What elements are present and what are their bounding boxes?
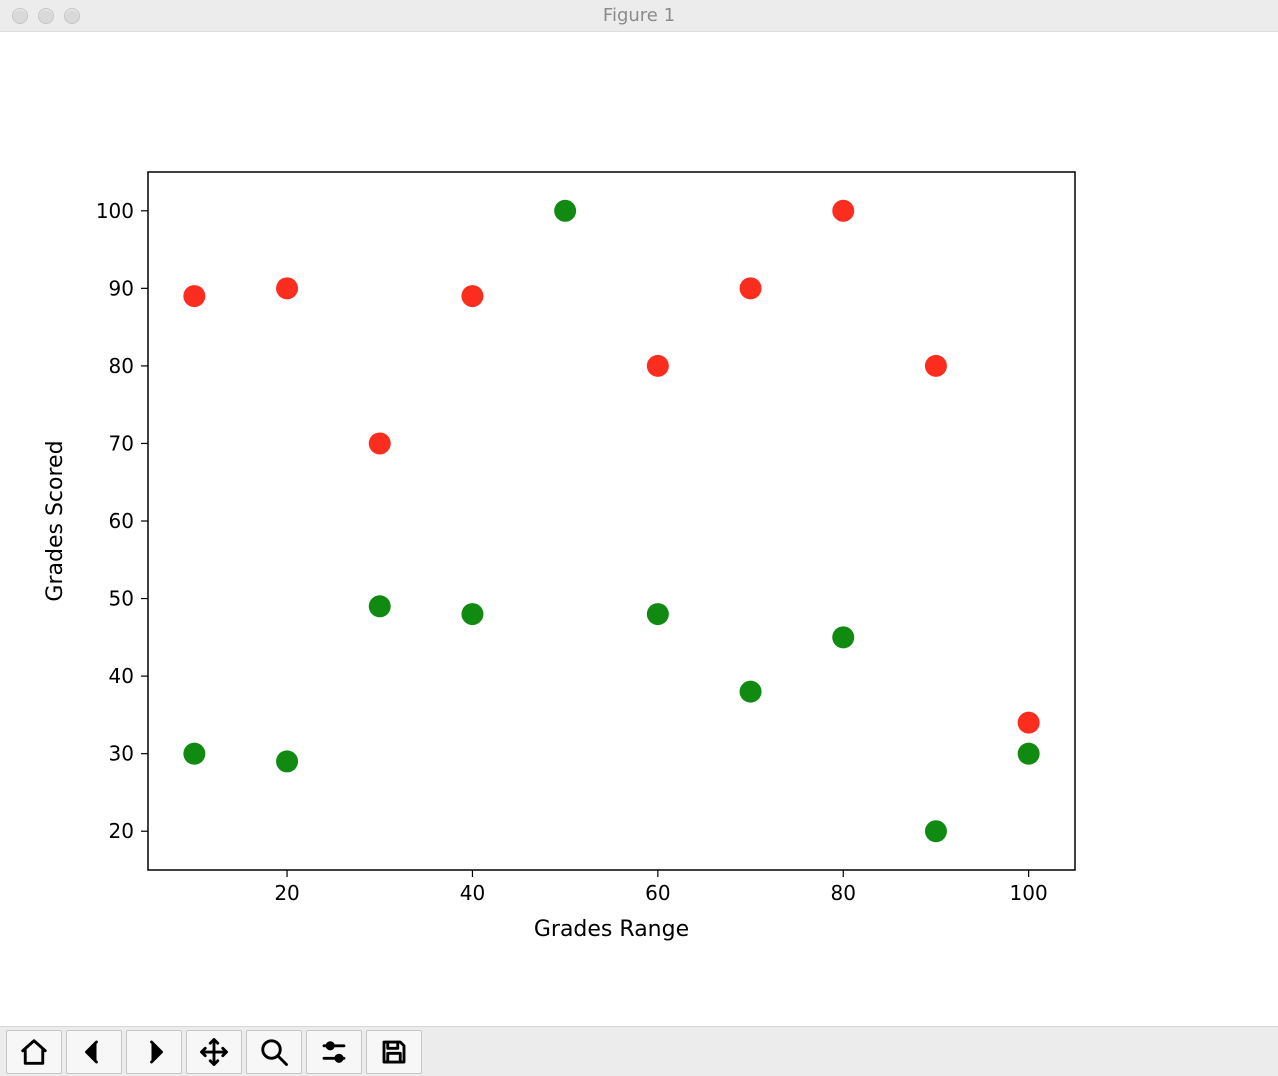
- back-button[interactable]: [66, 1030, 122, 1074]
- scatter-point: [647, 355, 669, 377]
- home-button[interactable]: [6, 1030, 62, 1074]
- scatter-point: [647, 603, 669, 625]
- window-zoom-button[interactable]: [64, 8, 80, 24]
- scatter-point: [832, 200, 854, 222]
- scatter-point: [740, 278, 762, 300]
- scatter-point: [276, 751, 298, 773]
- scatter-point: [1018, 712, 1040, 734]
- svg-text:90: 90: [109, 277, 134, 301]
- arrow-left-icon: [79, 1037, 109, 1067]
- scatter-point: [740, 681, 762, 703]
- scatter-point: [183, 285, 205, 307]
- scatter-point: [461, 603, 483, 625]
- svg-text:70: 70: [109, 432, 134, 456]
- window-close-button[interactable]: [12, 8, 28, 24]
- svg-text:40: 40: [460, 881, 485, 905]
- scatter-point: [832, 627, 854, 649]
- svg-text:60: 60: [109, 509, 134, 533]
- scatter-point: [369, 433, 391, 455]
- scatter-point: [1018, 743, 1040, 765]
- svg-text:100: 100: [96, 199, 134, 223]
- scatter-point: [925, 355, 947, 377]
- plot-canvas[interactable]: 20 40 60 80 100 20 30 40 50 60 70 80 90 100 Grades Ra…: [0, 32, 1278, 1026]
- zoom-icon: [259, 1037, 289, 1067]
- y-axis-label: Grades Scored: [43, 441, 68, 602]
- sliders-icon: [319, 1037, 349, 1067]
- x-axis-label: Grades Range: [534, 917, 689, 942]
- svg-text:20: 20: [274, 881, 299, 905]
- svg-text:30: 30: [109, 742, 134, 766]
- scatter-point: [183, 743, 205, 765]
- zoom-button[interactable]: [246, 1030, 302, 1074]
- window-minimize-button[interactable]: [38, 8, 54, 24]
- move-icon: [199, 1037, 229, 1067]
- scatter-point: [276, 278, 298, 300]
- pan-button[interactable]: [186, 1030, 242, 1074]
- svg-text:100: 100: [1010, 881, 1048, 905]
- svg-text:80: 80: [831, 881, 856, 905]
- svg-text:40: 40: [109, 664, 134, 688]
- arrow-right-icon: [139, 1037, 169, 1067]
- svg-text:80: 80: [109, 354, 134, 378]
- configure-button[interactable]: [306, 1030, 362, 1074]
- save-icon: [379, 1037, 409, 1067]
- matplotlib-toolbar: [0, 1026, 1278, 1076]
- window-titlebar: Figure 1: [0, 0, 1278, 32]
- forward-button[interactable]: [126, 1030, 182, 1074]
- scatter-point: [369, 596, 391, 618]
- scatter-point: [925, 820, 947, 842]
- save-button[interactable]: [366, 1030, 422, 1074]
- window-title: Figure 1: [0, 5, 1278, 26]
- svg-text:60: 60: [645, 881, 670, 905]
- svg-text:20: 20: [109, 819, 134, 843]
- home-icon: [19, 1037, 49, 1067]
- svg-text:50: 50: [109, 587, 134, 611]
- scatter-point: [461, 285, 483, 307]
- scatter-point: [554, 200, 576, 222]
